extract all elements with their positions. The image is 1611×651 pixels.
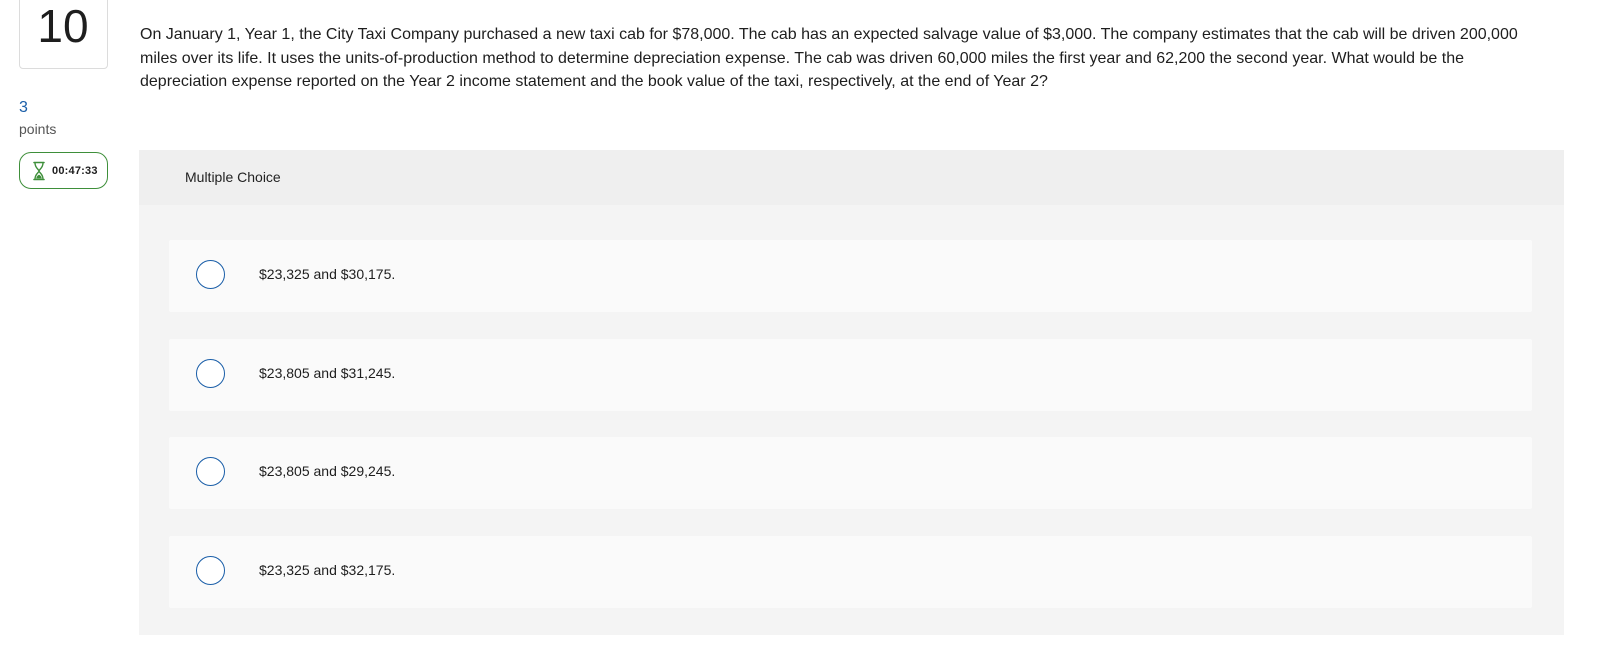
points-value: 3 xyxy=(19,99,28,116)
timer-badge[interactable]: 00:47:33 xyxy=(19,152,108,189)
choice-option[interactable]: $23,805 and $31,245. xyxy=(169,339,1532,411)
question-number: 10 xyxy=(37,0,89,52)
radio-button-icon[interactable] xyxy=(196,556,225,585)
choice-label: $23,805 and $31,245. xyxy=(259,365,396,381)
points-label: points xyxy=(19,121,57,137)
choices-list: $23,325 and $30,175. $23,805 and $31,245… xyxy=(139,205,1564,635)
choice-option[interactable]: $23,325 and $30,175. xyxy=(169,240,1532,312)
timer-text: 00:47:33 xyxy=(52,164,98,177)
multiple-choice-panel: Multiple Choice $23,325 and $30,175. $23… xyxy=(139,150,1564,635)
multiple-choice-header: Multiple Choice xyxy=(139,150,1564,205)
hourglass-icon xyxy=(32,161,46,181)
choice-option[interactable]: $23,325 and $32,175. xyxy=(169,536,1532,608)
multiple-choice-label: Multiple Choice xyxy=(185,169,281,185)
question-text: On January 1, Year 1, the City Taxi Comp… xyxy=(140,26,1518,90)
question-number-box: 10 xyxy=(19,0,108,69)
choice-label: $23,325 and $32,175. xyxy=(259,562,396,578)
radio-button-icon[interactable] xyxy=(196,457,225,486)
radio-button-icon[interactable] xyxy=(196,260,225,289)
question-page: 10 3 points 00:47:33 On January 1, Year … xyxy=(0,0,1611,651)
radio-button-icon[interactable] xyxy=(196,359,225,388)
choice-option[interactable]: $23,805 and $29,245. xyxy=(169,437,1532,509)
choice-label: $23,325 and $30,175. xyxy=(259,266,396,282)
choice-label: $23,805 and $29,245. xyxy=(259,463,396,479)
